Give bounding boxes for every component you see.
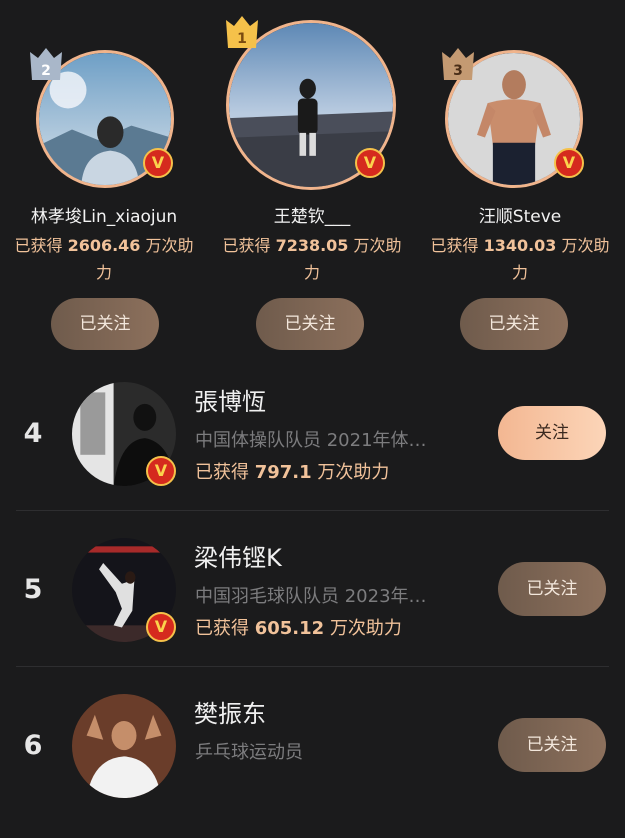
ranking-row[interactable]: 6 樊振东 乒乓球运动员 已关注 (0, 682, 625, 838)
user-description: 乒乓球运动员 (195, 742, 303, 763)
ranking-row[interactable]: 5 V 梁伟铿K 中国羽毛球队队员 2023年… 已获得 605.12 万次助力… (0, 526, 625, 682)
score-value: 7238.05 (275, 236, 349, 255)
score-prefix: 已获得 (222, 236, 271, 255)
podium-score: 已获得 1340.03 万次助力 (424, 232, 616, 286)
svg-text:2: 2 (41, 63, 51, 79)
score-value: 1340.03 (483, 236, 557, 255)
verified-icon: V (554, 148, 584, 178)
user-description: 中国体操队队员 2021年体… (195, 430, 427, 451)
user-name[interactable]: 樊振东 (194, 694, 266, 729)
podium-score: 已获得 7238.05 万次助力 (216, 232, 408, 286)
verified-icon: V (146, 456, 176, 486)
score-suffix: 万次助力 (317, 462, 390, 483)
rank-number: 4 (23, 418, 43, 449)
user-score: 已获得 605.12 万次助力 (195, 614, 402, 640)
svg-text:1: 1 (237, 31, 247, 47)
user-name[interactable]: 張博恆 (194, 382, 266, 417)
user-score: 已获得 797.1 万次助力 (195, 458, 389, 484)
score-prefix: 已获得 (14, 236, 63, 255)
avatar[interactable] (72, 694, 176, 798)
follow-button[interactable]: 已关注 (460, 298, 568, 350)
score-suffix: 万次助力 (329, 618, 402, 639)
rank-3-badge: 3 (438, 44, 478, 88)
podium-score: 已获得 2606.46 万次助力 (8, 232, 200, 286)
follow-button[interactable]: 关注 (498, 406, 606, 460)
score-prefix: 已获得 (430, 236, 479, 255)
score-value: 605.12 (254, 618, 325, 639)
user-description: 中国羽毛球队队员 2023年… (195, 586, 427, 607)
podium-name[interactable]: 林孝埈Lin_xiaojun (0, 202, 208, 227)
podium-name[interactable]: 汪顺Steve (416, 202, 624, 227)
podium-name[interactable]: 王楚钦___ (208, 202, 416, 227)
follow-button[interactable]: 已关注 (51, 298, 159, 350)
score-value: 2606.46 (67, 236, 141, 255)
verified-icon: V (146, 612, 176, 642)
follow-button[interactable]: 已关注 (498, 562, 606, 616)
divider (16, 510, 609, 511)
top-three-podium: 2 V 林孝埈Lin_xiaojun 已获得 2606.46 万次助力 已关注 (0, 0, 625, 370)
rank-number: 5 (23, 574, 43, 605)
ranking-row[interactable]: 4 V 張博恆 中国体操队队员 2021年体… 已获得 797.1 万次助力 关… (0, 370, 625, 526)
rank-1-badge: 1 (222, 12, 262, 56)
divider (16, 666, 609, 667)
score-prefix: 已获得 (195, 618, 249, 639)
score-prefix: 已获得 (195, 462, 249, 483)
verified-icon: V (143, 148, 173, 178)
rank-number: 6 (23, 730, 43, 761)
rank-2-badge: 2 (26, 44, 66, 88)
user-name[interactable]: 梁伟铿K (194, 538, 282, 573)
verified-icon: V (355, 148, 385, 178)
score-value: 797.1 (254, 462, 312, 483)
follow-button[interactable]: 已关注 (256, 298, 364, 350)
svg-text:3: 3 (453, 63, 463, 79)
avatar-photo (72, 694, 176, 798)
